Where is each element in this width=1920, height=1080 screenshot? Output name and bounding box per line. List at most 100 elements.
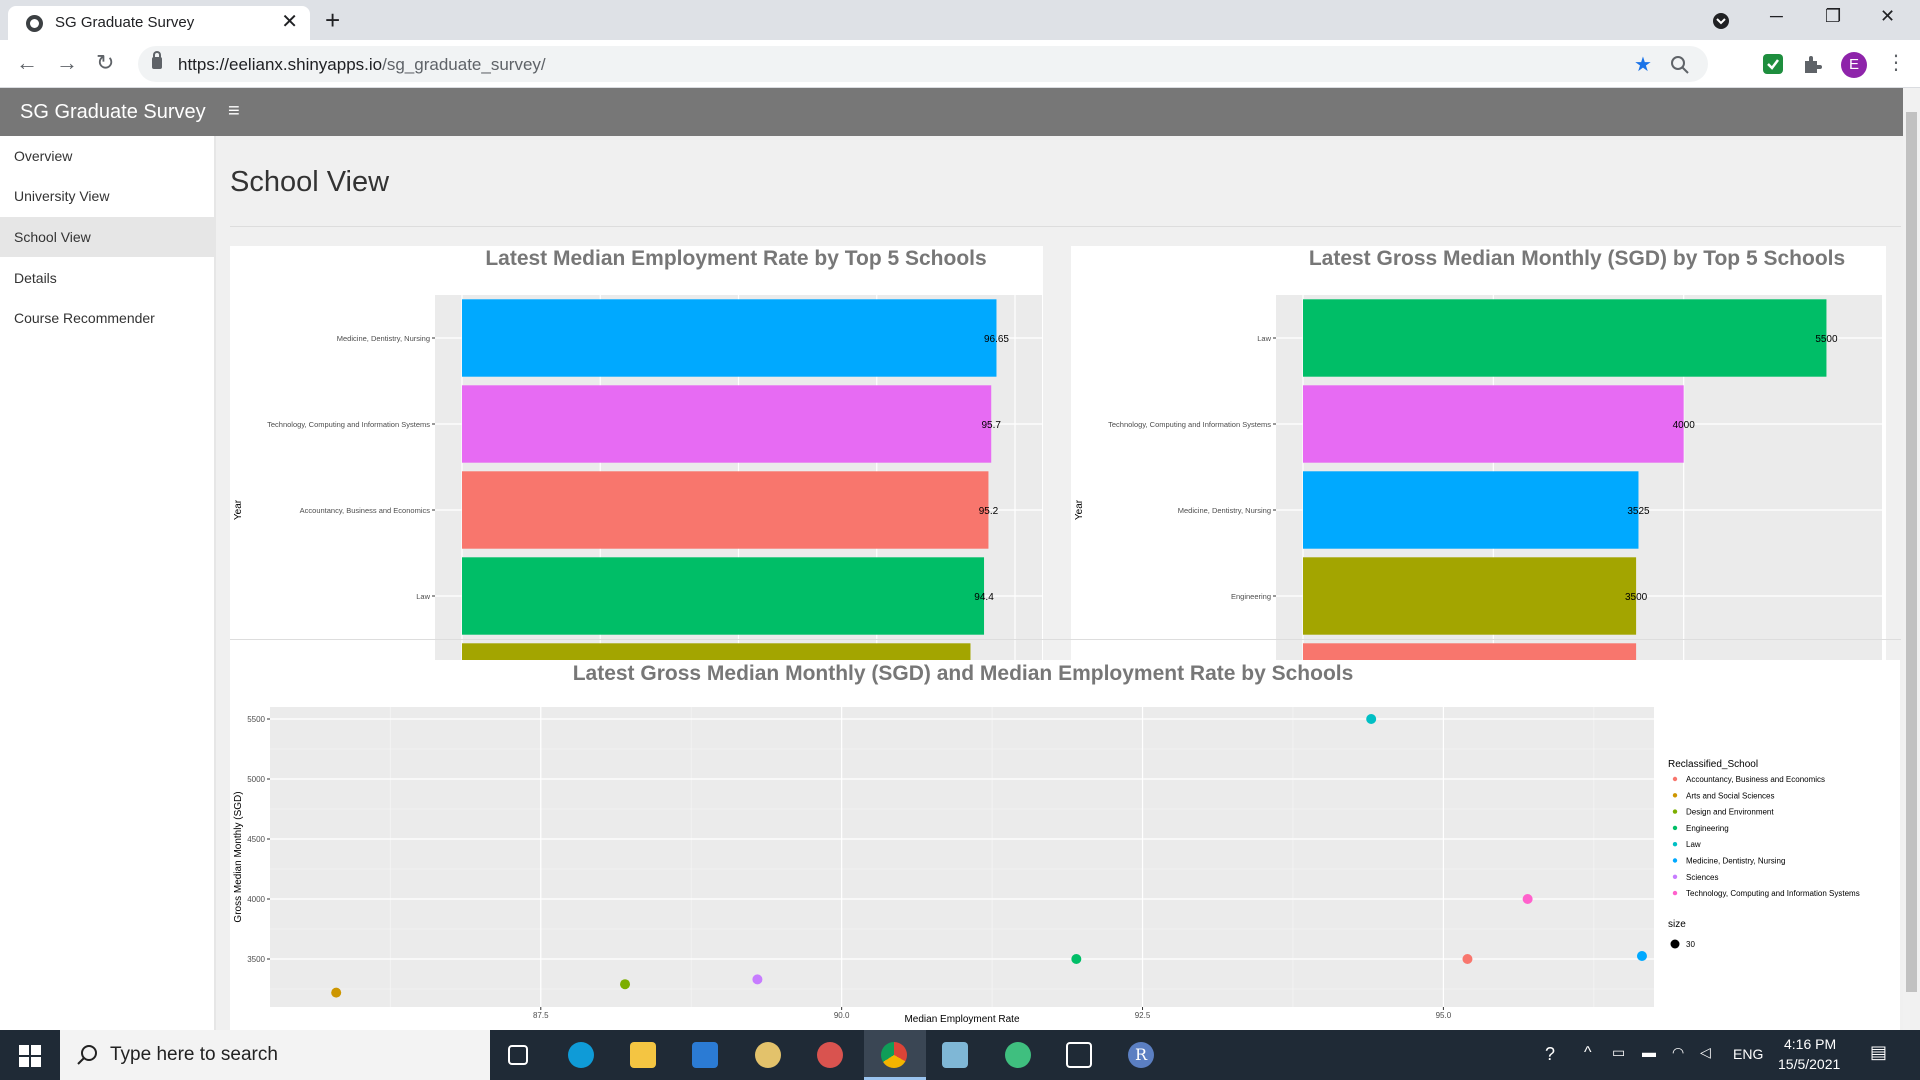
visual-studio-icon[interactable] [692,1042,718,1068]
rstudio-icon[interactable] [1005,1042,1031,1068]
windows-start-icon[interactable] [19,1045,41,1067]
sidebar-item-overview[interactable]: Overview [0,136,214,176]
bar-value-label: 3500 [1625,592,1648,603]
divider [230,226,1901,227]
chrome-icon[interactable] [881,1042,907,1068]
y-tick-label: 5500 [247,715,265,724]
legend-label: Engineering [1686,824,1729,833]
bar-value-label: 5500 [1815,334,1838,345]
chart-title: Latest Gross Median Monthly (SGD) and Me… [573,662,1354,685]
scatter-point [331,987,342,998]
notifications-icon[interactable]: ▤ [1870,1042,1887,1063]
minimize-icon[interactable]: ─ [1770,6,1783,27]
extension-shield-icon[interactable] [1762,53,1784,75]
size-legend-title: size [1668,919,1686,930]
y-tick-label: 3500 [247,955,265,964]
y-tick-label: Law [416,592,430,601]
clock-date[interactable]: 15/5/2021 [1778,1056,1840,1072]
back-icon[interactable]: ← [16,51,38,75]
close-tab-icon[interactable]: ✕ [281,11,298,33]
r-app-icon[interactable]: R [1128,1042,1154,1068]
tab-search-icon[interactable] [1712,12,1730,30]
legend-label: Design and Environment [1686,808,1774,817]
address-bar[interactable]: https://eelianx.shinyapps.io/sg_graduate… [138,46,1708,82]
close-window-icon[interactable]: ✕ [1880,6,1895,27]
chart-title: Latest Median Employment Rate by Top 5 S… [485,247,986,270]
sidebar-item-details[interactable]: Details [0,258,214,298]
app-header: SG Graduate Survey ≡ [0,88,1903,136]
sidebar-item-university-view[interactable]: University View [0,176,214,216]
extensions-puzzle-icon[interactable] [1801,53,1823,75]
scatter-point [1522,894,1533,904]
file-explorer-icon[interactable] [630,1042,656,1068]
scatter-point [1366,714,1377,724]
tab-title: SG Graduate Survey [55,14,195,31]
task-view-icon[interactable] [508,1045,528,1065]
tablet-icon[interactable] [1066,1042,1092,1068]
x-tick-label: 95.0 [1436,1011,1452,1020]
legend-swatch [1672,874,1678,879]
legend-swatch [1672,793,1678,798]
clock-time[interactable]: 4:16 PM [1784,1036,1836,1052]
sidebar-item-course-recommender[interactable]: Course Recommender [0,298,214,338]
forward-icon[interactable]: → [56,51,78,75]
y-axis-label: Year [233,499,244,520]
y-tick-label: Technology, Computing and Information Sy… [267,420,430,429]
y-axis-label: Year [1074,499,1085,520]
bookmark-star-icon[interactable]: ★ [1634,52,1652,77]
profile-avatar[interactable]: E [1841,52,1867,78]
bar-value-label: 3525 [1627,506,1650,517]
help-icon[interactable]: ? [1545,1044,1555,1065]
divider [230,639,1901,640]
bar-value-label: 94.4 [974,592,994,603]
lock-icon [152,51,162,69]
legend-label: Arts and Social Sciences [1686,791,1775,800]
sidebar-item-school-view[interactable]: School View [0,217,214,257]
y-tick-label: Engineering [1231,592,1271,601]
windows-taskbar: Type here to search R ? ^ ▭ ▬ ◠ ◁ ENG 4:… [0,1030,1920,1080]
paint-icon[interactable] [755,1042,781,1068]
scatter-point [1462,954,1473,964]
volume-icon[interactable]: ◁ [1700,1044,1711,1061]
size-legend-swatch [1670,939,1680,949]
main-content: School View Latest Median Employment Rat… [216,136,1903,1030]
y-tick-label: Technology, Computing and Information Sy… [1108,420,1271,429]
new-tab-icon[interactable]: + [325,6,340,34]
language-indicator[interactable]: ENG [1733,1046,1763,1062]
x-tick-label: 87.5 [533,1011,549,1020]
zoom-icon[interactable] [1670,55,1690,75]
browser-toolbar: ← → ↻ https://eelianx.shinyapps.io/sg_gr… [0,40,1920,88]
notepad-icon[interactable] [942,1042,968,1068]
url-text[interactable]: https://eelianx.shinyapps.io/sg_graduate… [178,55,546,75]
edge-icon[interactable] [568,1042,594,1068]
reload-icon[interactable]: ↻ [96,51,114,75]
page-title: School View [230,166,390,198]
battery-icon[interactable]: ▬ [1642,1044,1656,1060]
y-tick-label: Law [1257,334,1271,343]
scrollbar-thumb[interactable] [1906,112,1917,992]
sidebar-toggle-icon[interactable]: ≡ [228,100,240,123]
y-tick-label: 4000 [247,895,265,904]
browser-tab[interactable]: SG Graduate Survey ✕ [8,6,310,40]
camera-icon[interactable]: ▭ [1612,1044,1625,1061]
y-tick-label: Medicine, Dentistry, Nursing [1178,506,1271,515]
taskbar-search-box[interactable]: Type here to search [60,1030,490,1080]
show-hidden-icons-icon[interactable]: ^ [1584,1044,1592,1062]
bar [1303,471,1639,549]
restore-icon[interactable]: ❐ [1825,6,1841,27]
bar [1303,557,1637,635]
bar [1303,385,1684,463]
x-tick-label: 92.5 [1135,1011,1151,1020]
snip-tool-icon[interactable] [817,1042,843,1068]
legend-swatch [1672,890,1678,896]
legend-label: Law [1686,840,1701,849]
x-tick-label: 90.0 [834,1011,850,1020]
browser-menu-icon[interactable]: ⋮ [1886,51,1906,75]
y-tick-label: 4500 [247,835,265,844]
wifi-icon[interactable]: ◠ [1672,1044,1684,1061]
page-scrollbar[interactable] [1903,88,1920,1030]
y-tick-label: 5000 [247,775,265,784]
legend-title: Reclassified_School [1668,759,1758,770]
legend-swatch [1672,809,1678,814]
legend-swatch [1672,842,1678,847]
